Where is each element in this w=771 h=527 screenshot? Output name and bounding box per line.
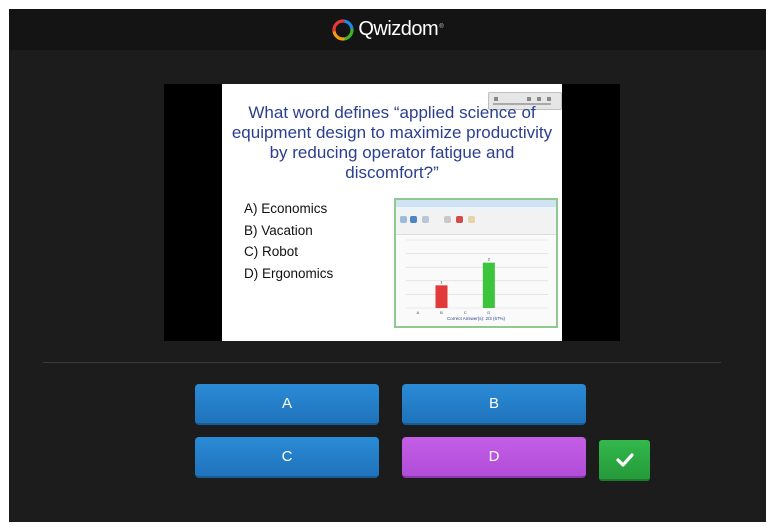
chart-data-label: 2 (488, 257, 491, 262)
question-text: What word defines “applied science of eq… (231, 103, 553, 182)
answer-option-d: D) Ergonomics (244, 265, 334, 281)
quiz-app: Qwizdom ® What word defines “applied sci… (9, 9, 766, 522)
zoom-icon (494, 97, 498, 101)
answer-option-a: A) Economics (244, 201, 328, 216)
results-toolbar (396, 212, 556, 235)
chart-icon (410, 216, 417, 223)
question-slide-frame: What word defines “applied science of eq… (164, 84, 620, 341)
pointer-icon (527, 97, 531, 101)
qwizdom-logo: Qwizdom ® (331, 18, 444, 42)
chart-bar (482, 262, 495, 308)
qwizdom-logo-icon (332, 18, 354, 41)
trademark-mark: ® (439, 23, 444, 30)
choice-c-button[interactable]: C (195, 437, 379, 478)
settings-icon (444, 216, 451, 223)
choice-b-button[interactable]: B (402, 384, 586, 425)
answer-option-c: C) Robot (244, 244, 299, 259)
chart-tick-label: C (464, 310, 467, 315)
chart-data-label: 1 (440, 279, 443, 284)
divider-line (43, 362, 721, 363)
submit-button[interactable] (599, 440, 650, 481)
results-bar-chart: A 1 B C 2 DCorrect Answer(s): 2/3 (67%) (406, 239, 548, 321)
eraser-icon (547, 97, 551, 101)
check-icon (615, 452, 634, 467)
chart-tick-label: D (487, 310, 490, 315)
chart-tick-label: A (416, 310, 419, 315)
answer-option-b: B) Vacation (244, 222, 313, 238)
chart-tick-label: B (440, 310, 443, 315)
chart-bar (435, 285, 448, 308)
logo-text: Qwizdom (358, 18, 439, 40)
chart-caption: Correct Answer(s): 2/3 (67%) (447, 316, 506, 321)
choice-d-button[interactable]: D (402, 437, 586, 478)
question-slide: What word defines “applied science of eq… (222, 84, 562, 341)
pie-icon (456, 216, 463, 223)
pen-icon (537, 97, 541, 101)
answer-icon (468, 216, 475, 223)
results-titlebar (396, 200, 556, 207)
back-icon (400, 216, 407, 223)
choice-a-button[interactable]: A (195, 384, 379, 425)
grid-icon (422, 216, 429, 223)
answer-list: A) Economics B) Vacation C) Robot D) Erg… (244, 198, 333, 284)
header-bar: Qwizdom ® (9, 9, 766, 50)
results-window: A 1 B C 2 D Correct Answer(s): 2/3 (67%) (394, 198, 558, 328)
